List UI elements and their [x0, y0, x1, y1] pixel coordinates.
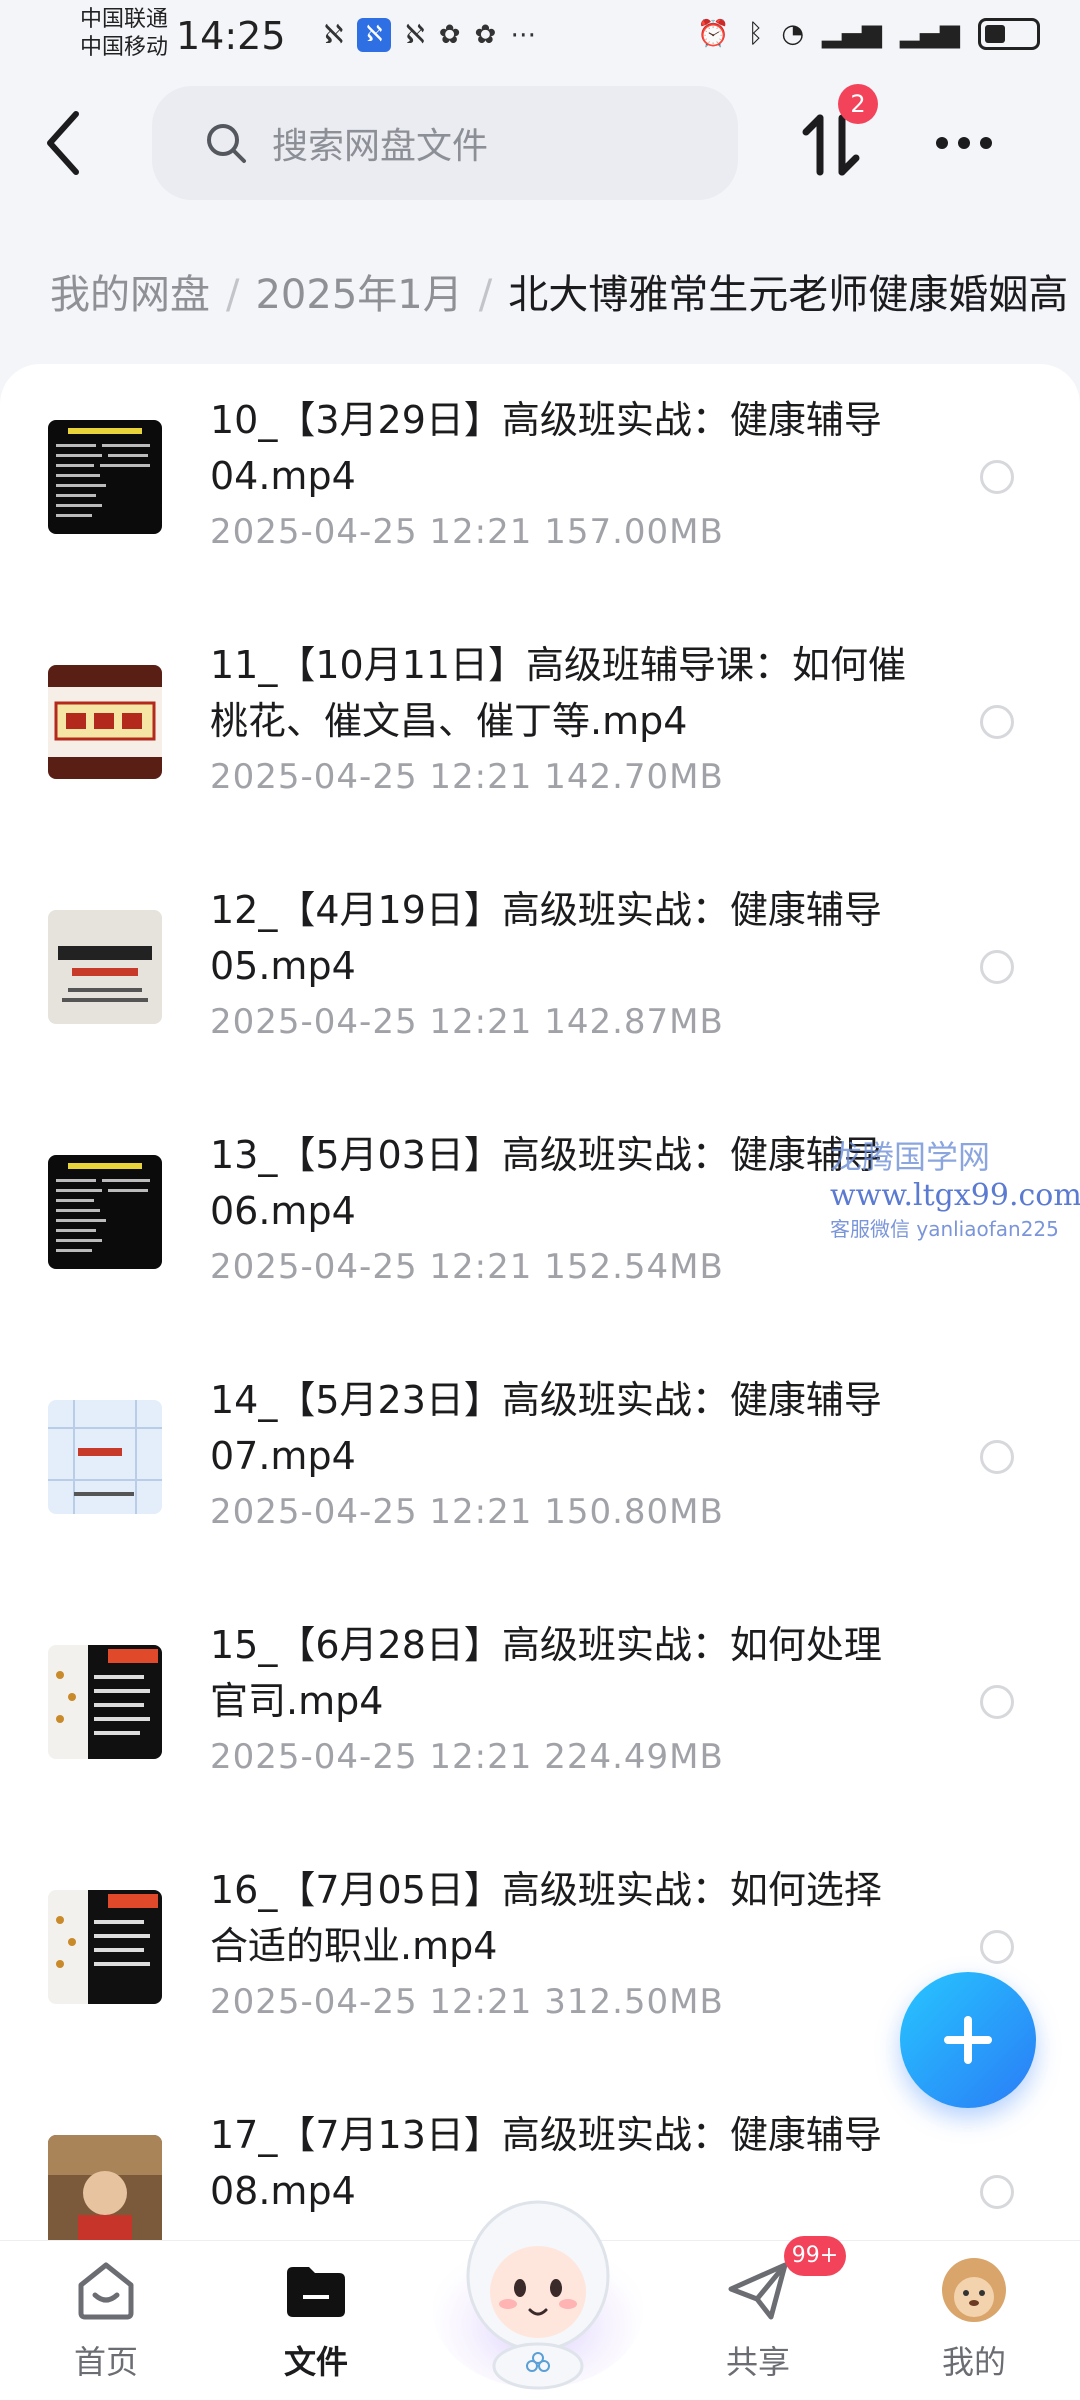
file-meta: 2025-04-25 12:21 157.00MB — [210, 512, 724, 552]
carrier-2: 中国移动 — [80, 35, 169, 60]
file-date: 2025-04-25 12:21 — [210, 1002, 533, 1042]
file-row[interactable]: 12_【4月19日】高级班实战：健康辅导05.mp4 2025-04-25 12… — [0, 854, 1080, 1099]
select-checkbox[interactable] — [980, 705, 1014, 739]
breadcrumb-item-month[interactable]: 2025年1月 — [255, 272, 462, 318]
breadcrumb-item-root[interactable]: 我的网盘 — [50, 272, 210, 318]
file-date: 2025-04-25 12:21 — [210, 1982, 533, 2022]
carrier-info: 中国联通 中国移动 — [80, 6, 168, 62]
status-time: 14:25 — [176, 14, 286, 58]
file-date: 2025-04-25 12:21 — [210, 1737, 533, 1777]
select-checkbox[interactable] — [980, 1685, 1014, 1719]
app-notification-icon: ℵ — [324, 20, 344, 50]
select-checkbox[interactable] — [980, 1930, 1014, 1964]
breadcrumb: 我的网盘 / 2025年1月 / 北大博雅常生元老师健康婚姻高 — [50, 262, 1080, 320]
more-icon[interactable] — [934, 128, 994, 158]
select-checkbox[interactable] — [980, 460, 1014, 494]
add-button[interactable] — [900, 1972, 1036, 2108]
watermark: 龙腾国学网 www.ltgx99.com 客服微信 yanliaofan225 — [830, 1132, 1080, 1252]
video-thumbnail — [48, 665, 162, 779]
paper-plane-icon — [728, 2262, 788, 2320]
file-size: 142.70MB — [544, 757, 724, 797]
system-icons: ⏰ ᛒ ◔ ▂▄▆ ▂▄▆ — [697, 18, 1040, 50]
file-size: 157.00MB — [544, 512, 724, 552]
watermark-site-name: 龙腾国学网 — [830, 1138, 991, 1176]
app-notification-icon: ℵ — [405, 20, 425, 50]
file-size: 312.50MB — [544, 1982, 724, 2022]
assistant-mascot-icon[interactable] — [428, 2180, 648, 2390]
file-row[interactable]: 14_【5月23日】高级班实战：健康辅导07.mp4 2025-04-25 12… — [0, 1344, 1080, 1589]
file-row[interactable]: 10_【3月29日】高级班实战：健康辅导04.mp4 2025-04-25 12… — [0, 364, 1080, 609]
carrier-1: 中国联通 — [80, 7, 169, 32]
search-icon — [207, 124, 246, 163]
app-notification-icon: ℵ — [357, 18, 392, 52]
nav-files-label: 文件 — [283, 2343, 348, 2381]
file-size: 150.80MB — [544, 1492, 724, 1532]
select-checkbox[interactable] — [980, 1440, 1014, 1474]
file-date: 2025-04-25 12:21 — [210, 1492, 533, 1532]
file-date: 2025-04-25 12:21 — [210, 757, 533, 797]
nav-mine-label: 我的 — [941, 2343, 1006, 2381]
signal-icon: ▂▄▆ — [900, 19, 960, 49]
nav-home-label: 首页 — [73, 2343, 138, 2381]
paw-icon: ✿ — [438, 20, 461, 50]
avatar — [942, 2258, 1006, 2322]
status-bar: 中国联通 中国移动 14:25 ℵ ℵ ℵ ✿ ✿ ⋯ ⏰ ᛒ ◔ ▂▄▆ ▂▄… — [0, 0, 1080, 80]
file-size: 224.49MB — [544, 1737, 724, 1777]
select-checkbox[interactable] — [980, 950, 1014, 984]
video-thumbnail — [48, 1400, 162, 1514]
nav-mine[interactable]: 我的 — [904, 2255, 1044, 2383]
battery-icon — [978, 18, 1040, 50]
file-list: 10_【3月29日】高级班实战：健康辅导04.mp4 2025-04-25 12… — [0, 364, 1080, 2244]
watermark-url: www.ltgx99.com — [830, 1178, 1080, 1213]
video-thumbnail — [48, 2135, 162, 2244]
file-meta: 2025-04-25 12:21 152.54MB — [210, 1247, 724, 1287]
folder-icon — [287, 2267, 345, 2317]
file-date: 2025-04-25 12:21 — [210, 1247, 533, 1287]
file-meta: 2025-04-25 12:21 224.49MB — [210, 1737, 724, 1777]
more-notifications-icon: ⋯ — [510, 20, 537, 50]
share-notification-badge: 99+ — [784, 2236, 846, 2276]
file-name: 12_【4月19日】高级班实战：健康辅导05.mp4 — [210, 888, 882, 988]
file-name: 15_【6月28日】高级班实战：如何处理官司.mp4 — [210, 1623, 882, 1723]
wifi-icon: ◔ — [781, 19, 804, 49]
breadcrumb-separator: / — [226, 272, 240, 318]
file-row[interactable]: 11_【10月11日】高级班辅导课：如何催桃花、催文昌、催丁等.mp4 2025… — [0, 609, 1080, 854]
back-icon[interactable] — [40, 108, 90, 178]
file-meta: 2025-04-25 12:21 142.87MB — [210, 1002, 724, 1042]
video-thumbnail — [48, 1155, 162, 1269]
file-meta: 2025-04-25 12:21 150.80MB — [210, 1492, 724, 1532]
file-date: 2025-04-25 12:21 — [210, 512, 533, 552]
bluetooth-icon: ᛒ — [747, 19, 764, 49]
nav-home[interactable]: 首页 — [36, 2255, 176, 2383]
paw-icon: ✿ — [474, 20, 497, 50]
file-row[interactable]: 15_【6月28日】高级班实战：如何处理官司.mp4 2025-04-25 12… — [0, 1589, 1080, 1834]
home-icon — [78, 2262, 134, 2320]
file-meta: 2025-04-25 12:21 312.50MB — [210, 1982, 724, 2022]
watermark-contact: 客服微信 yanliaofan225 — [830, 1217, 1059, 1241]
video-thumbnail — [48, 1645, 162, 1759]
notification-icons: ℵ ℵ ℵ ✿ ✿ ⋯ — [324, 18, 536, 52]
file-size: 142.87MB — [544, 1002, 724, 1042]
nav-files[interactable]: 文件 — [246, 2255, 386, 2383]
file-size: 152.54MB — [544, 1247, 724, 1287]
breadcrumb-separator: / — [478, 272, 493, 318]
alarm-icon: ⏰ — [697, 19, 730, 49]
video-thumbnail — [48, 420, 162, 534]
select-checkbox[interactable] — [980, 2175, 1014, 2209]
transfer-count-badge: 2 — [838, 84, 878, 124]
breadcrumb-current: 北大博雅常生元老师健康婚姻高 — [508, 272, 1069, 318]
signal-icon: ▂▄▆ — [822, 19, 882, 49]
video-thumbnail — [48, 1890, 162, 2004]
file-meta: 2025-04-25 12:21 142.70MB — [210, 757, 724, 797]
file-name: 10_【3月29日】高级班实战：健康辅导04.mp4 — [210, 398, 882, 498]
file-name: 14_【5月23日】高级班实战：健康辅导07.mp4 — [210, 1378, 882, 1478]
search-input[interactable]: 搜索网盘文件 — [152, 86, 738, 200]
search-placeholder: 搜索网盘文件 — [272, 126, 489, 167]
file-name: 13_【5月03日】高级班实战：健康辅导06.mp4 — [210, 1133, 882, 1233]
file-name: 16_【7月05日】高级班实战：如何选择合适的职业.mp4 — [210, 1868, 882, 1968]
video-thumbnail — [48, 910, 162, 1024]
file-name: 11_【10月11日】高级班辅导课：如何催桃花、催文昌、催丁等.mp4 — [210, 643, 907, 743]
nav-share-label: 共享 — [725, 2343, 790, 2381]
